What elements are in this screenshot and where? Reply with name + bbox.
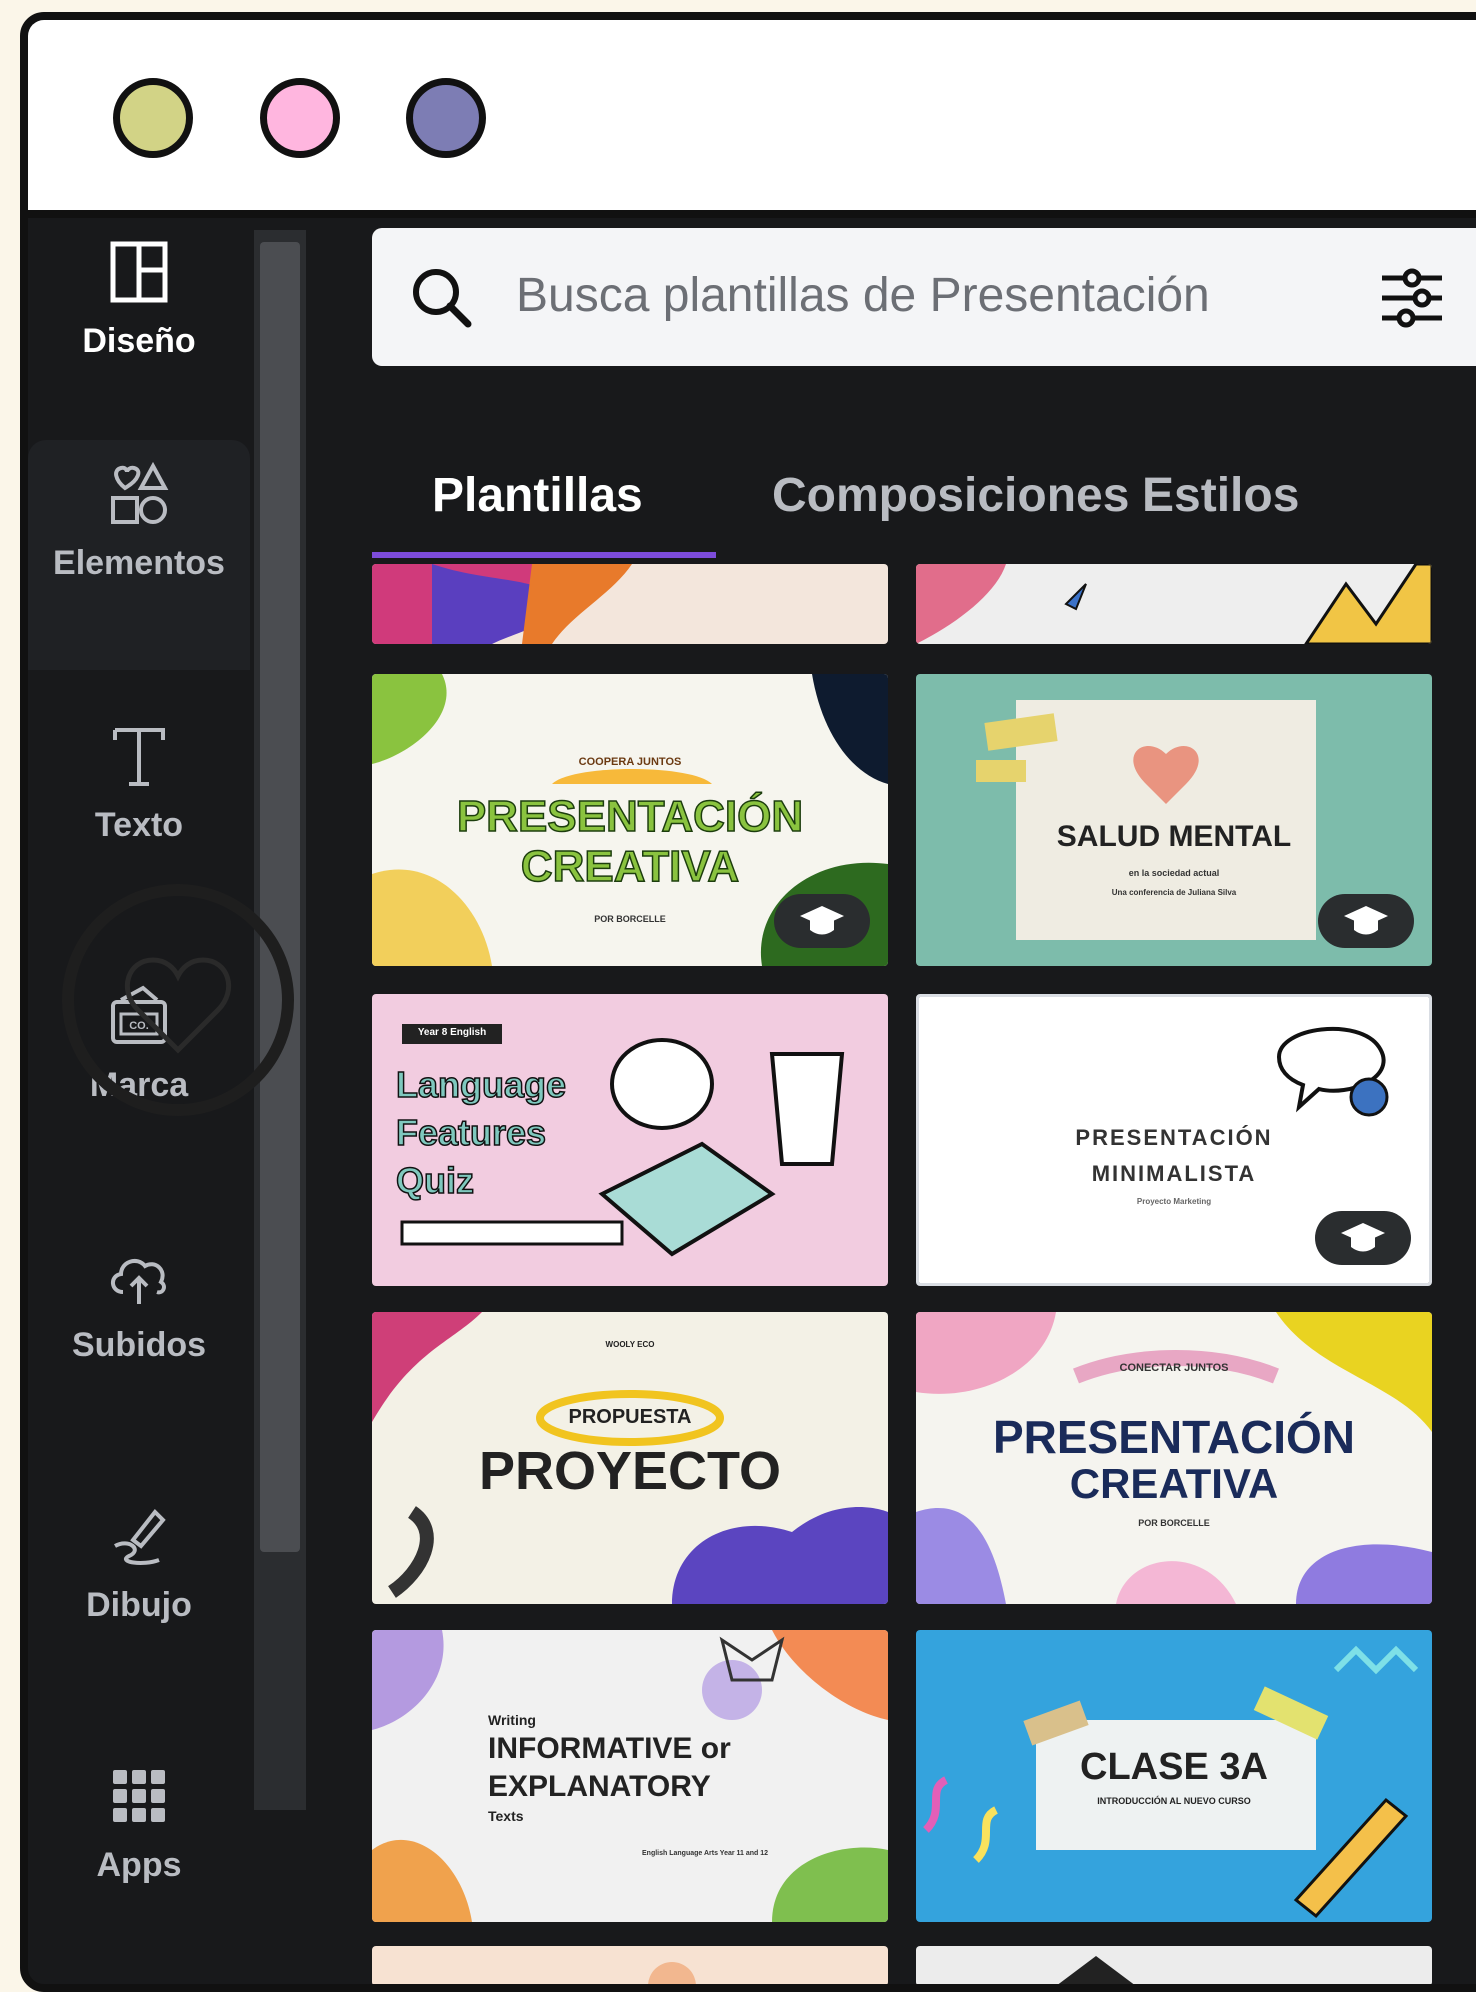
sidebar-item-label: Apps — [96, 1846, 182, 1884]
card-title: Texts — [488, 1808, 524, 1824]
apps-grid-icon — [113, 1770, 165, 1822]
sidebar-item-elementos[interactable]: Elementos — [28, 440, 250, 670]
window-dot-pink[interactable] — [260, 78, 340, 158]
active-tab-indicator — [372, 552, 716, 558]
graduation-cap-icon — [1344, 906, 1388, 935]
card-badge: COOPERA JUNTOS — [578, 756, 682, 768]
window-titlebar — [28, 20, 1476, 218]
template-card-partial[interactable] — [916, 1946, 1432, 1984]
window-dot-purple[interactable] — [406, 78, 486, 158]
card-title: PRESENTACIÓN — [456, 791, 804, 842]
card-art — [372, 1946, 888, 1984]
filter-icon[interactable] — [1376, 262, 1448, 334]
shapes-icon — [111, 461, 169, 524]
card-subtitle: POR BORCELLE — [1138, 1518, 1210, 1528]
card-subtitle: en la sociedad actual — [1128, 868, 1220, 878]
card-art — [372, 564, 888, 644]
tab-bar: Plantillas Composiciones Estilos — [372, 428, 1476, 558]
sidebar-item-label: Dibujo — [86, 1586, 192, 1624]
tab-plantillas[interactable]: Plantillas — [432, 468, 643, 523]
card-title: CLASE 3A — [1080, 1746, 1268, 1788]
graduation-cap-icon — [800, 906, 844, 935]
card-title: SALUD MENTAL — [1056, 820, 1292, 853]
card-title: CREATIVA — [520, 841, 740, 892]
template-card[interactable]: CLASE 3A INTRODUCCIÓN AL NUEVO CURSO — [916, 1630, 1432, 1922]
search-placeholder: Busca plantillas de Presentación — [516, 269, 1210, 322]
template-card[interactable]: PRESENTACIÓN MINIMALISTA Proyecto Market… — [916, 994, 1432, 1286]
template-card-partial[interactable] — [372, 564, 888, 644]
draw-icon — [114, 1508, 166, 1565]
sidebar-item-diseno[interactable]: Diseño — [28, 218, 250, 448]
app-window: Diseño Elementos Texto CO. Marca Subidos… — [20, 12, 1476, 1992]
sidebar-item-subidos[interactable]: Subidos — [28, 1222, 250, 1452]
sidebar-item-label: Texto — [94, 806, 184, 844]
card-title: PRESENTACIÓN — [992, 1411, 1356, 1463]
template-card[interactable]: Year 8 English Language Features Quiz — [372, 994, 888, 1286]
card-art — [916, 564, 1432, 644]
card-tag: WOOLY ECO — [605, 1340, 655, 1349]
template-card[interactable]: SALUD MENTAL en la sociedad actual Una c… — [916, 674, 1432, 966]
graduation-cap-icon — [1341, 1223, 1385, 1252]
card-title: PROYECTO — [478, 1441, 782, 1501]
card-title: Language — [395, 1063, 567, 1106]
card-subtitle: INTRODUCCIÓN AL NUEVO CURSO — [1097, 1796, 1251, 1806]
template-card[interactable]: WOOLY ECO PROPUESTA PROYECTO — [372, 1312, 888, 1604]
card-title: MINIMALISTA — [1091, 1161, 1257, 1186]
card-title: Writing — [488, 1712, 536, 1728]
sidebar-item-label: Diseño — [82, 322, 196, 360]
favorite-heart-icon — [62, 884, 294, 1116]
tab-composiciones[interactable]: Composiciones — [772, 468, 1129, 523]
search-icon — [413, 269, 472, 328]
card-title: PRESENTACIÓN — [1075, 1125, 1273, 1150]
card-title: Features — [395, 1111, 547, 1154]
sidebar-item-label: Elementos — [53, 544, 225, 582]
text-icon — [113, 728, 165, 786]
card-title: EXPLANATORY — [488, 1770, 711, 1803]
window-dot-yellow[interactable] — [113, 78, 193, 158]
templates-panel: Busca plantillas de Presentación Plantil… — [318, 218, 1476, 1984]
card-title: Quiz — [395, 1159, 475, 1202]
tab-estilos[interactable]: Estilos — [1142, 468, 1299, 523]
template-card[interactable]: Writing INFORMATIVE or EXPLANATORY Texts… — [372, 1630, 888, 1922]
card-title: CREATIVA — [1069, 1460, 1279, 1507]
search-input[interactable]: Busca plantillas de Presentación — [372, 228, 1476, 366]
cloud-upload-icon — [111, 1258, 166, 1304]
education-badge — [774, 894, 870, 948]
card-badge: CONECTAR JUNTOS — [1119, 1362, 1229, 1374]
sidebar-item-dibujo[interactable]: Dibujo — [28, 1482, 250, 1712]
card-art — [916, 1946, 1432, 1984]
sidebar-item-apps[interactable]: Apps — [28, 1742, 250, 1972]
card-title: PROPUESTA — [568, 1406, 692, 1428]
card-tag: Year 8 English — [417, 1027, 487, 1038]
template-card[interactable]: CONECTAR JUNTOS PRESENTACIÓN CREATIVA PO… — [916, 1312, 1432, 1604]
card-subtitle: English Language Arts Year 11 and 12 — [642, 1850, 769, 1857]
sidebar-item-label: Subidos — [71, 1326, 207, 1364]
education-badge — [1315, 1211, 1411, 1265]
card-title: INFORMATIVE or — [488, 1732, 731, 1765]
template-card-partial[interactable] — [372, 1946, 888, 1984]
template-card[interactable]: COOPERA JUNTOS PRESENTACIÓN CREATIVA POR… — [372, 674, 888, 966]
card-subtitle: Proyecto Marketing — [1136, 1197, 1212, 1206]
template-card-partial[interactable] — [916, 564, 1432, 644]
layout-icon — [110, 241, 168, 303]
education-badge — [1318, 894, 1414, 948]
